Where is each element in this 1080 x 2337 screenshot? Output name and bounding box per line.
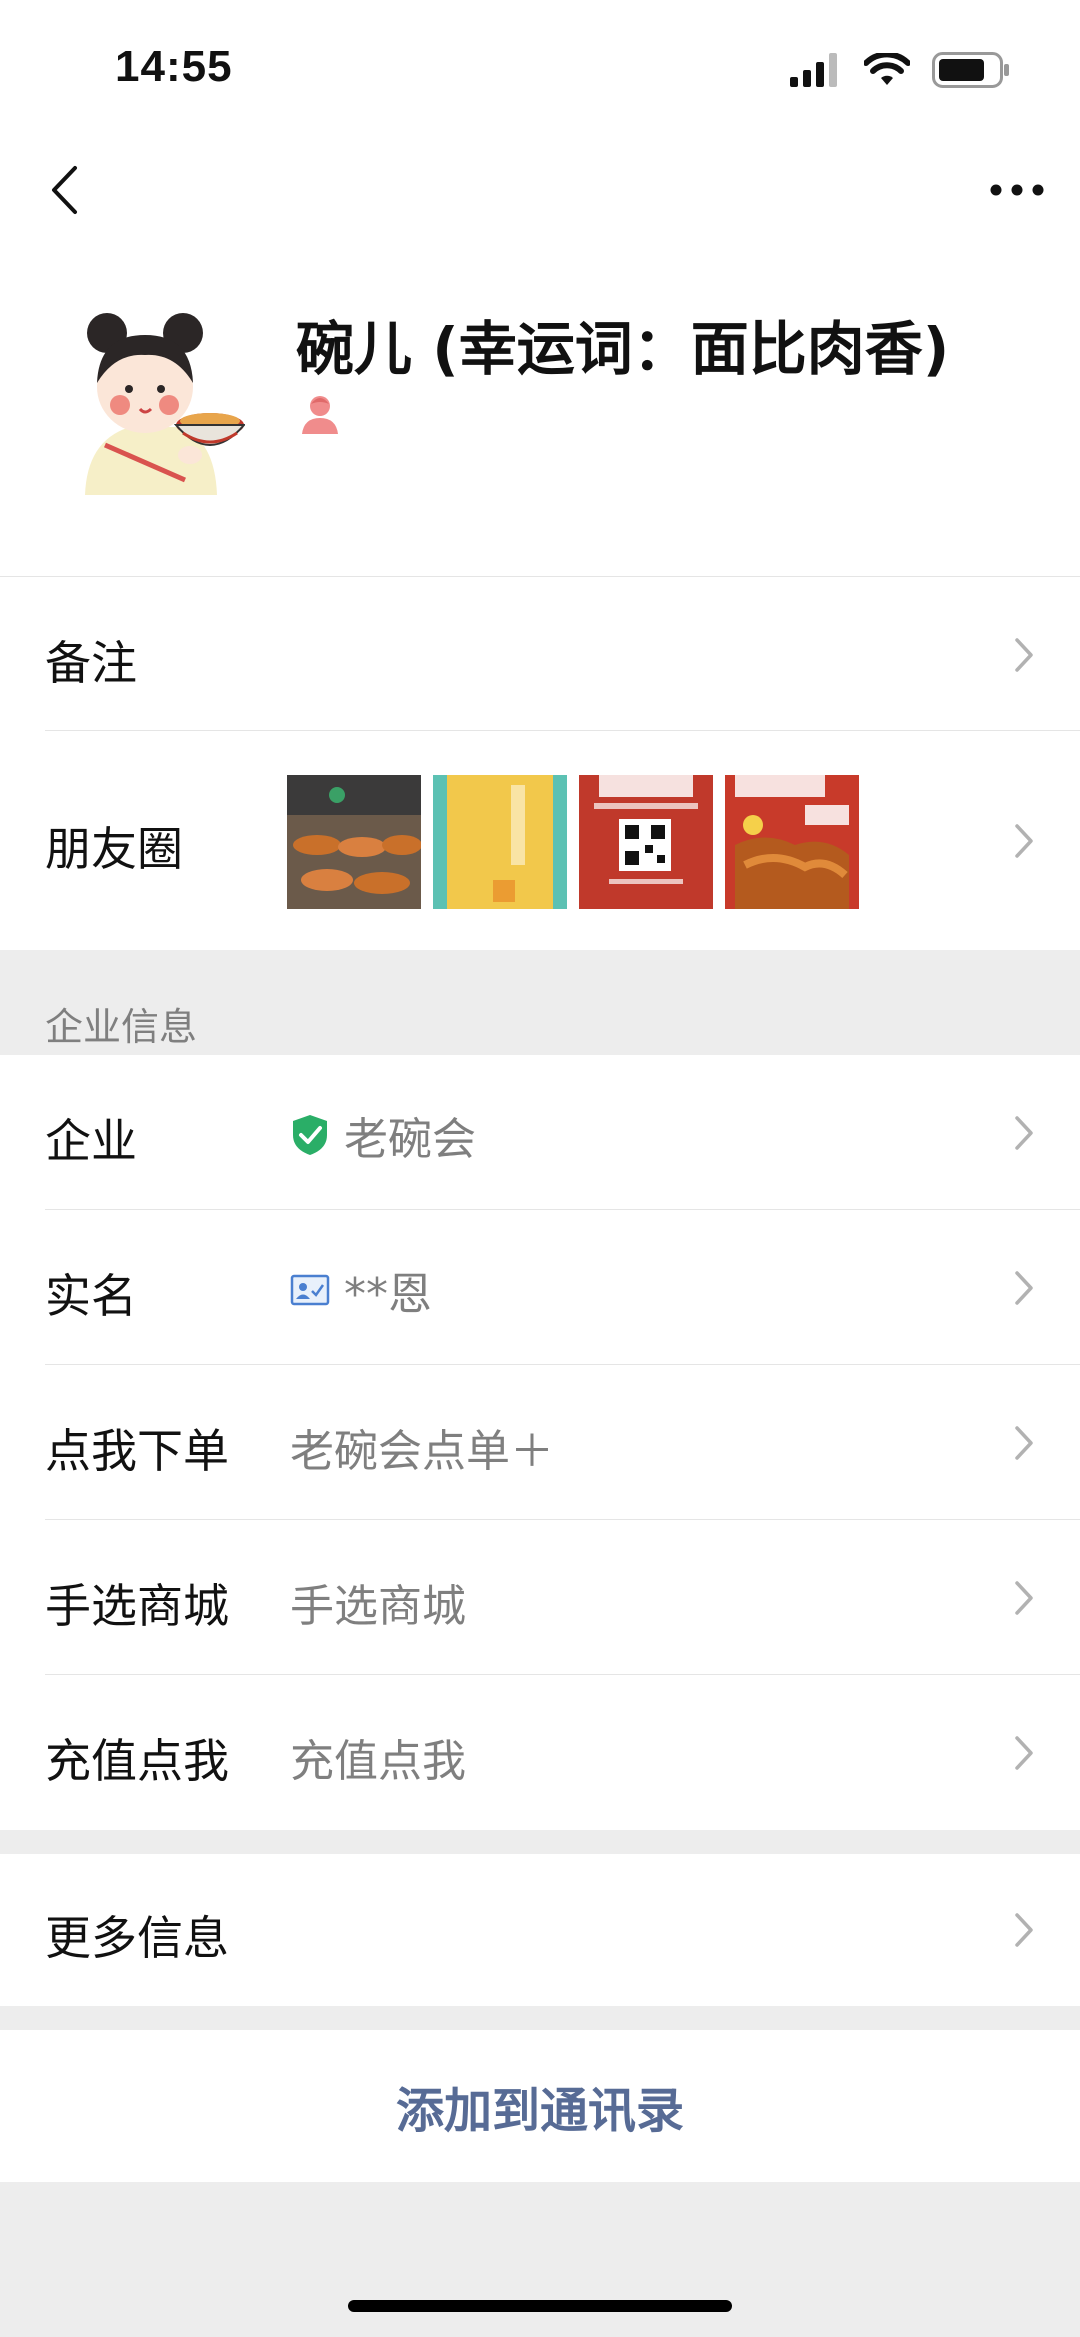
chevron-right-icon	[1015, 638, 1033, 672]
status-time: 14:55	[115, 42, 233, 91]
recharge-value: 充值点我	[290, 1736, 466, 1787]
moments-photo	[725, 775, 859, 909]
status-icons	[790, 52, 1010, 88]
real-name-row[interactable]: 实名 **恩	[0, 1210, 1080, 1365]
section-title: 企业信息	[45, 1005, 198, 1049]
enterprise-value: 老碗会	[290, 1103, 476, 1167]
more-info-label: 更多信息	[45, 1911, 229, 1965]
order-value: 老碗会点单＋	[290, 1426, 554, 1477]
chevron-right-icon	[1015, 1116, 1033, 1150]
status-bar: 14:55	[0, 0, 1080, 140]
chevron-right-icon	[1015, 1271, 1033, 1305]
real-name-label: 实名	[45, 1269, 137, 1323]
mall-label: 手选商城	[45, 1579, 229, 1633]
order-label: 点我下单	[45, 1424, 229, 1478]
nav-bar	[0, 140, 1080, 240]
back-button[interactable]	[36, 162, 92, 218]
chevron-right-icon	[1015, 824, 1033, 858]
enterprise-row[interactable]: 企业 老碗会	[0, 1055, 1080, 1210]
order-row[interactable]: 点我下单 老碗会点单＋	[0, 1365, 1080, 1520]
chevron-right-icon	[1015, 1736, 1033, 1770]
battery-icon	[932, 52, 1009, 88]
enterprise-name: 老碗会	[344, 1114, 476, 1165]
recharge-row[interactable]: 充值点我 充值点我	[0, 1675, 1080, 1830]
remark-label: 备注	[45, 636, 137, 690]
more-button[interactable]	[982, 162, 1052, 218]
signal-icon	[790, 53, 837, 87]
cartoon-avatar	[85, 313, 247, 495]
home-indicator	[348, 2300, 732, 2312]
mall-row[interactable]: 手选商城 手选商城	[0, 1520, 1080, 1675]
profile-name: 碗儿 (幸运词：面比肉香)	[296, 315, 950, 383]
enterprise-label: 企业	[45, 1114, 137, 1168]
add-to-contacts-button[interactable]: 添加到通讯录	[0, 2030, 1080, 2182]
verified-shield-icon	[293, 1115, 327, 1155]
chevron-right-icon	[1015, 1581, 1033, 1615]
moments-photo	[433, 775, 567, 909]
chevron-left-icon	[52, 166, 77, 214]
moments-row[interactable]: 朋友圈	[0, 731, 1080, 950]
section-header-enterprise: 企业信息	[0, 950, 1080, 1055]
moments-photo	[579, 775, 713, 909]
moments-label: 朋友圈	[45, 822, 183, 876]
remark-row[interactable]: 备注	[0, 576, 1080, 731]
moments-photo	[287, 775, 421, 909]
real-name-value: **恩	[290, 1258, 432, 1322]
moments-thumbnails	[287, 775, 859, 909]
add-to-contacts-label: 添加到通讯录	[395, 2083, 684, 2139]
ellipsis-icon	[990, 184, 1044, 196]
recharge-label: 充值点我	[45, 1734, 229, 1788]
profile-header: 碗儿 (幸运词：面比肉香)	[0, 240, 1080, 576]
chevron-right-icon	[1015, 1913, 1033, 1947]
female-icon	[298, 392, 342, 436]
avatar[interactable]	[65, 305, 247, 495]
chevron-right-icon	[1015, 1426, 1033, 1460]
mall-value: 手选商城	[290, 1581, 466, 1632]
wifi-icon	[864, 53, 910, 85]
more-info-row[interactable]: 更多信息	[0, 1854, 1080, 2006]
id-card-icon	[290, 1274, 330, 1306]
real-name-text: **恩	[344, 1269, 432, 1320]
